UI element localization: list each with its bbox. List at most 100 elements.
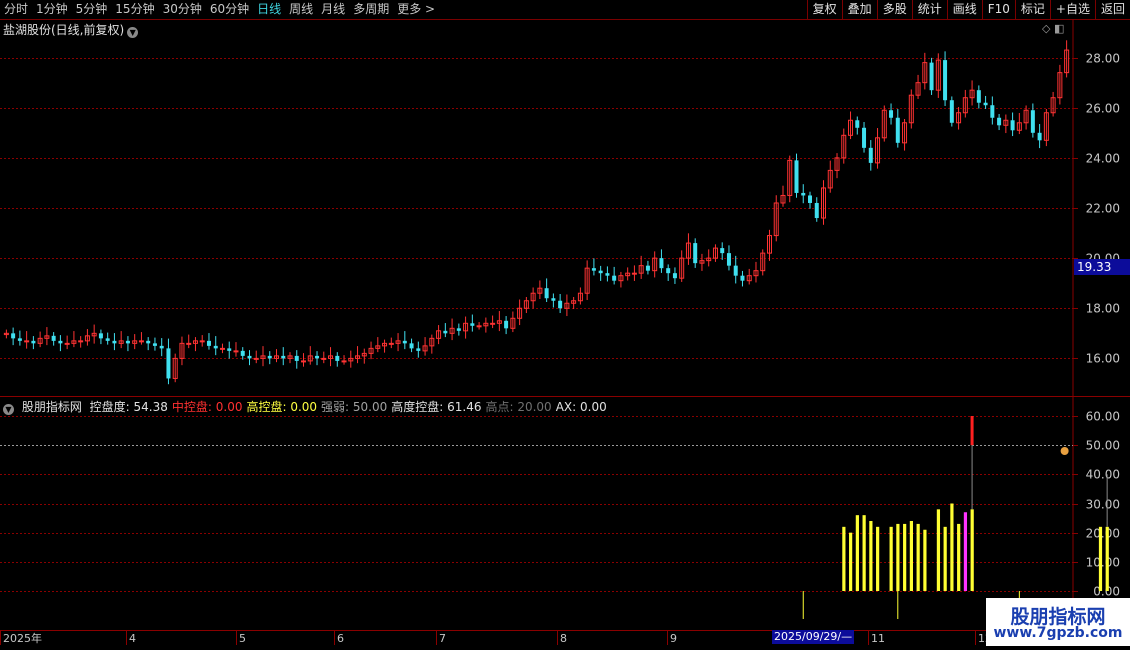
date-label: 8	[560, 632, 567, 645]
watermark-url: www.7gpzb.com	[993, 625, 1123, 641]
indicator-bar	[855, 515, 859, 591]
candle-body	[794, 160, 799, 193]
indicator-bar	[876, 526, 880, 591]
signal-marker-icon	[1060, 447, 1069, 455]
price-tick-label: 16.00	[1086, 352, 1120, 366]
candle-body	[997, 117, 1002, 126]
candle-body	[659, 258, 664, 269]
candle-body	[983, 102, 988, 106]
candle-body	[1030, 110, 1035, 133]
indicator-bar	[889, 526, 893, 591]
candle-body	[186, 342, 192, 345]
indicator-legend: ▼ 股朋指标网 控盘度: 54.38 中控盘: 0.00 高控盘: 0.00 强弱: …	[3, 398, 615, 415]
candle-body	[281, 355, 286, 359]
indicator-bar	[970, 509, 974, 591]
indicator-bar	[936, 509, 941, 591]
candle-body	[598, 270, 603, 274]
date-label: 9	[670, 632, 677, 645]
candle-body	[267, 355, 272, 359]
indicator-name: 股朋指标网	[21, 400, 82, 414]
candle-body	[64, 342, 70, 345]
candle-body	[605, 273, 610, 276]
indicator-peak	[970, 416, 974, 446]
candle-body	[301, 360, 307, 363]
indicator-bar	[909, 521, 914, 591]
date-label: 7	[439, 632, 446, 645]
date-label: 5	[239, 632, 246, 645]
candle-body	[476, 325, 482, 328]
candle-body	[294, 355, 299, 361]
indicator-bar	[916, 523, 920, 591]
watermark: 股朋指标网 www.7gpzb.com	[986, 598, 1130, 646]
candle-body	[240, 350, 245, 356]
candle-body	[470, 323, 475, 326]
date-label: 4	[129, 632, 136, 645]
candle-body	[943, 60, 948, 101]
indicator-bar	[923, 529, 927, 591]
candle-body	[591, 268, 596, 271]
candle-body	[889, 110, 894, 118]
indicator-tick-label: 30.00	[1086, 498, 1120, 512]
candle-body	[416, 348, 421, 351]
indicator-bar	[1098, 526, 1103, 591]
indicator-bar	[943, 526, 947, 591]
candle-body	[990, 105, 995, 118]
candle-body	[929, 62, 934, 91]
candle-body	[726, 253, 731, 266]
chevron-down-icon[interactable]: ▼	[3, 404, 14, 415]
candle-body	[58, 340, 63, 344]
indicator-bar	[957, 523, 961, 591]
indicator-tick-label: 40.00	[1086, 468, 1120, 482]
indicator-value-4: 高度控盘: 61.46	[391, 400, 482, 414]
candle-body	[666, 268, 671, 274]
indicator-value-0: 控盘度: 54.38	[89, 400, 168, 414]
candle-body	[693, 243, 698, 264]
candle-body	[868, 147, 873, 163]
candle-body	[159, 345, 164, 349]
candle-body	[105, 338, 110, 341]
candle-body	[213, 345, 218, 349]
candle-body	[801, 192, 806, 196]
candle-body	[11, 333, 16, 339]
current-price-label: 19.33	[1074, 259, 1130, 275]
candle-body	[125, 340, 130, 344]
indicator-tick-label: 50.00	[1086, 439, 1120, 453]
candle-body	[253, 357, 259, 360]
candle-body	[146, 340, 151, 344]
indicator-bar	[849, 532, 853, 591]
candle-body	[631, 272, 637, 275]
indicator-bar	[963, 512, 968, 591]
candle-body	[233, 350, 239, 353]
indicator-tick-label: 10.00	[1086, 556, 1120, 570]
candle-body	[740, 275, 745, 281]
candle-body	[219, 347, 225, 350]
indicator-bar	[842, 526, 846, 591]
indicator-bar	[1105, 526, 1109, 591]
candle-body	[166, 348, 171, 379]
candle-body	[895, 117, 900, 143]
candle-body	[645, 265, 650, 271]
candle-body	[152, 343, 157, 346]
candle-body	[31, 340, 36, 344]
indicator-bar	[903, 523, 907, 591]
candle-body	[1010, 120, 1015, 131]
indicator-value-5: 高点: 20.00	[485, 400, 552, 414]
indicator-bar	[862, 515, 866, 591]
date-label: 2025年	[3, 631, 42, 645]
candle-body	[814, 202, 819, 219]
chart-canvas[interactable]: 16.0018.0020.0022.0024.0026.0028.000.001…	[0, 0, 1130, 650]
price-tick-label: 22.00	[1086, 202, 1120, 216]
candle-body	[341, 360, 347, 363]
candle-body	[98, 333, 103, 339]
candle-body	[456, 328, 461, 331]
candle-body	[227, 348, 232, 351]
candle-body	[976, 90, 981, 103]
price-tick-label: 18.00	[1086, 302, 1120, 316]
indicator-value-3: 强弱: 50.00	[321, 400, 388, 414]
candle-body	[112, 340, 117, 344]
indicator-value-1: 中控盘: 0.00	[171, 400, 243, 414]
indicator-bar	[896, 523, 900, 591]
candle-body	[409, 343, 414, 349]
candle-body	[558, 300, 563, 309]
candle-body	[199, 340, 205, 343]
